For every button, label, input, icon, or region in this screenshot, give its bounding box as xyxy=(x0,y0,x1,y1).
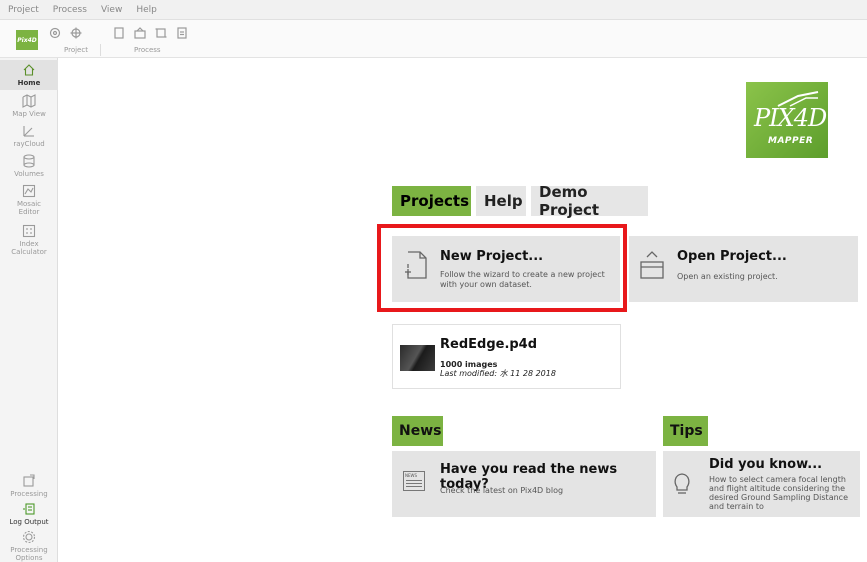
sidebar: Home Map View rayCloud Volumes Mosaic Ed… xyxy=(0,58,58,562)
sidebar-item-log-output[interactable]: Log Output xyxy=(0,500,58,528)
tips-description: How to select camera focal length and fl… xyxy=(709,475,848,511)
folder-icon[interactable] xyxy=(133,26,147,40)
sidebar-item-label: rayCloud xyxy=(13,140,45,148)
crop-icon[interactable] xyxy=(154,26,168,40)
log-icon xyxy=(22,502,36,516)
processing-icon xyxy=(22,474,36,488)
tips-card[interactable]: Did you know... How to select camera foc… xyxy=(663,451,860,517)
sidebar-item-label: Processing xyxy=(10,490,48,498)
open-project-card[interactable]: Open Project... Open an existing project… xyxy=(629,236,858,302)
news-description: Check the latest on Pix4D blog xyxy=(440,486,564,495)
sidebar-item-home[interactable]: Home xyxy=(0,60,58,90)
toolbar: Pix4D Project Process xyxy=(0,20,867,58)
mosaic-icon xyxy=(22,184,36,198)
sidebar-item-label: Mosaic Editor xyxy=(16,200,42,216)
sidebar-item-raycloud[interactable]: rayCloud xyxy=(0,122,58,150)
new-project-title: New Project... xyxy=(440,249,544,264)
map-icon xyxy=(22,94,36,108)
toolbar-process-group xyxy=(112,26,189,40)
sidebar-item-label: Volumes xyxy=(14,170,44,178)
sidebar-item-index-calculator[interactable]: Index Calculator xyxy=(0,222,58,262)
sidebar-item-processing-options[interactable]: Processing Options xyxy=(0,528,58,562)
new-file-icon xyxy=(404,250,428,284)
news-header: News xyxy=(392,416,443,446)
menubar: Project Process View Help xyxy=(0,0,867,20)
new-project-description: Follow the wizard to create a new projec… xyxy=(440,270,605,289)
volume-icon xyxy=(22,154,36,168)
pix4d-mapper-logo: PIX4D MAPPER xyxy=(746,82,828,158)
new-project-card[interactable]: New Project... Follow the wizard to crea… xyxy=(392,236,620,302)
sidebar-item-mosaic-editor[interactable]: Mosaic Editor xyxy=(0,182,58,222)
toolbar-separator xyxy=(100,44,101,56)
sidebar-item-volumes[interactable]: Volumes xyxy=(0,152,58,180)
tag-icon[interactable] xyxy=(48,26,62,40)
sidebar-item-label: Processing Options xyxy=(10,546,48,562)
lightbulb-icon xyxy=(672,471,692,501)
toolbar-project-label: Project xyxy=(64,46,88,54)
tips-title: Did you know... xyxy=(709,457,823,472)
sidebar-item-map-view[interactable]: Map View xyxy=(0,92,58,120)
sidebar-item-processing[interactable]: Processing xyxy=(0,472,58,500)
recent-project-card[interactable]: RedEdge.p4d 1000 images Last modified: 水… xyxy=(392,324,621,389)
logo-subtext: MAPPER xyxy=(768,136,814,146)
logo-text: PIX4D xyxy=(754,104,827,132)
open-project-title: Open Project... xyxy=(677,249,787,264)
recent-project-name: RedEdge.p4d xyxy=(440,337,538,352)
project-thumbnail xyxy=(400,345,435,371)
menu-view[interactable]: View xyxy=(101,5,122,15)
page-icon[interactable] xyxy=(112,26,126,40)
toolbar-process-label: Process xyxy=(134,46,161,54)
sidebar-item-label: Home xyxy=(17,79,41,87)
sidebar-item-label: Index Calculator xyxy=(11,240,47,256)
gear-icon xyxy=(22,530,36,544)
recent-project-modified: Last modified: 水 11 28 2018 xyxy=(440,369,556,378)
open-folder-icon xyxy=(639,250,665,286)
toolbar-project-group xyxy=(48,26,83,40)
calculator-icon xyxy=(22,224,36,238)
menu-process[interactable]: Process xyxy=(53,5,87,15)
home-icon xyxy=(22,63,36,77)
report-icon[interactable] xyxy=(175,26,189,40)
sidebar-item-label: Log Output xyxy=(9,518,49,526)
raycloud-icon xyxy=(22,124,36,138)
tab-help[interactable]: Help xyxy=(476,186,526,216)
menu-project[interactable]: Project xyxy=(8,5,39,15)
menu-help[interactable]: Help xyxy=(136,5,157,15)
open-project-description: Open an existing project. xyxy=(677,272,778,281)
app-logo-icon: Pix4D xyxy=(16,30,38,50)
sidebar-item-label: Map View xyxy=(12,110,46,118)
newspaper-icon: NEWS xyxy=(403,471,425,491)
tab-demo-project[interactable]: Demo Project xyxy=(531,183,648,219)
news-card[interactable]: NEWS Have you read the news today? Check… xyxy=(392,451,656,517)
tab-projects[interactable]: Projects xyxy=(392,186,471,216)
tips-header: Tips xyxy=(663,416,708,446)
crosshair-icon[interactable] xyxy=(69,26,83,40)
